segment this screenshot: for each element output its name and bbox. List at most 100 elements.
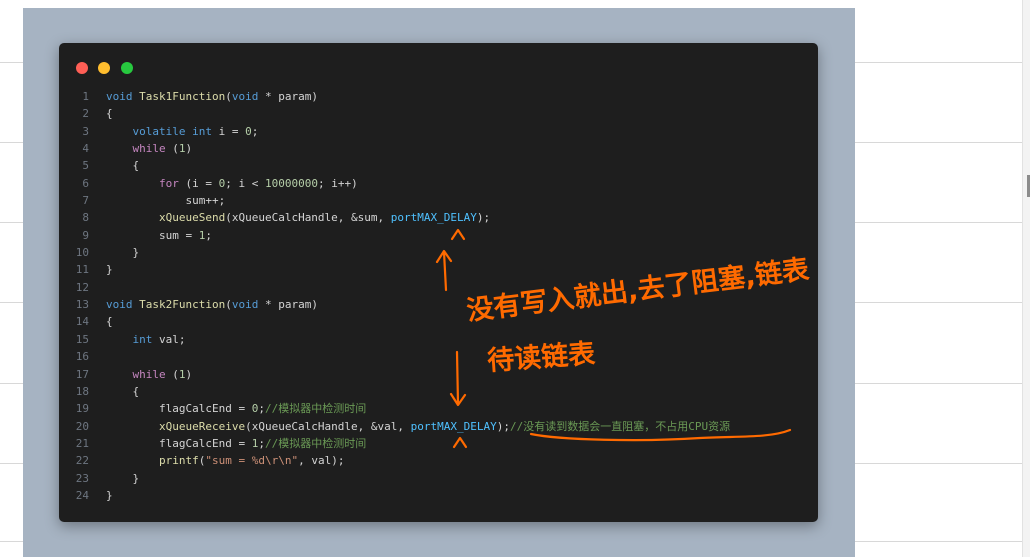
code-token: //模拟器中检测时间 [264, 436, 367, 450]
close-button[interactable] [76, 62, 88, 74]
code-token: //没有读到数据会一直阻塞，不占用CPU资源 [510, 419, 731, 433]
code-token: sum = [106, 228, 199, 242]
code-token: ; i < [225, 176, 265, 190]
line-number: 1 [82, 90, 89, 103]
code-token: (i = [178, 176, 219, 190]
line-number: 19 [75, 402, 89, 416]
code-line: 9 sum = 1; [59, 227, 818, 244]
code-token: { [106, 159, 140, 173]
code-line: 14 { [59, 313, 818, 330]
code-token: ; i++) [317, 176, 358, 190]
code-line: 11} [59, 261, 818, 278]
code-token: (xQueueCalcHandle, &val, [245, 419, 411, 433]
code-line: 15 int val; [59, 331, 818, 348]
code-line: 21 flagCalcEnd = 1;//模拟器中检测时间 [59, 435, 818, 452]
code-token: 0 [245, 124, 252, 138]
code-token: ) [185, 367, 193, 381]
code-token: while [132, 367, 166, 381]
code-token: ); [496, 419, 510, 433]
code-line: 3 volatile int i = 0; [59, 123, 818, 140]
line-number: 11 [75, 263, 89, 277]
line-number: 7 [82, 194, 89, 208]
line-number: 4 [82, 142, 89, 156]
code-window: 1 void Task1Function(void * param) 2{3 vol… [59, 43, 818, 522]
line-number: 23 [75, 471, 89, 485]
code-line: 2{ [59, 105, 818, 122]
code-line: 16 [59, 348, 818, 365]
code-token: void [231, 298, 259, 312]
code-token: val; [152, 332, 186, 346]
code-token: ); [476, 211, 491, 225]
code-token: ( [225, 298, 232, 312]
code-token: xQueueReceive [158, 419, 246, 433]
code-token: portMAX_DELAY [390, 211, 477, 225]
code-line: 4 while (1) [59, 140, 818, 157]
line-number: 5 [82, 159, 89, 173]
code-line: 13 void Task2Function(void * param) [59, 296, 818, 313]
line-number: 15 [75, 332, 89, 346]
code-token: } [106, 263, 113, 277]
code-token: (xQueueCalcHandle, &sum, [225, 211, 391, 225]
code-line: 10 } [59, 244, 818, 261]
code-token: ( [165, 142, 179, 156]
maximize-button[interactable] [121, 62, 133, 74]
minimize-button[interactable] [98, 62, 110, 74]
code-token: { [106, 384, 140, 398]
code-token: void [106, 298, 133, 312]
line-number: 21 [75, 436, 89, 450]
line-number: 2 [82, 107, 89, 121]
code-token: * param) [258, 298, 318, 312]
line-number: 8 [82, 211, 89, 225]
code-token: i = [211, 124, 246, 138]
code-token: int [132, 332, 153, 346]
code-token: flagCalcEnd = [106, 436, 252, 450]
code-token: sum++; [106, 194, 226, 208]
code-token: void [231, 90, 259, 103]
code-token: volatile [132, 124, 186, 138]
code-token: ; [258, 436, 265, 450]
code-token: } [106, 471, 140, 485]
code-token: { [106, 315, 113, 329]
scrollbar[interactable] [1022, 0, 1030, 557]
line-number: 22 [75, 454, 89, 468]
code-token: * param) [258, 90, 318, 103]
code-line: 7 sum++; [59, 192, 818, 209]
code-token: for [158, 176, 179, 190]
code-token: , val); [298, 454, 345, 468]
line-number: 6 [82, 176, 89, 190]
code-token: xQueueSend [158, 211, 226, 225]
line-number: 9 [82, 228, 89, 242]
code-token: "sum = %d\r\n" [205, 454, 299, 468]
code-line: 18 { [59, 383, 818, 400]
code-line: 23 } [59, 470, 818, 487]
code-token: 1 [178, 142, 186, 156]
line-number: 12 [75, 280, 89, 294]
code-token: flagCalcEnd = [106, 402, 252, 416]
code-token: portMAX_DELAY [410, 419, 497, 433]
line-number: 3 [82, 124, 89, 138]
code-token: int [192, 124, 212, 138]
code-token: ) [185, 142, 193, 156]
code-line: 20 xQueueReceive(xQueueCalcHandle, &val,… [59, 418, 818, 435]
line-number: 13 [75, 298, 89, 312]
code-token: Task1Function [139, 90, 226, 103]
code-token: //模拟器中检测时间 [264, 402, 367, 416]
code-line: 17 while (1) [59, 366, 818, 383]
line-number: 18 [75, 384, 89, 398]
line-number: 10 [75, 246, 89, 260]
code-block: 1 void Task1Function(void * param) 2{3 vol… [59, 88, 818, 504]
code-token: Task2Function [139, 298, 226, 312]
code-token: ; [205, 228, 212, 242]
code-token: ; [251, 124, 259, 138]
line-number: 24 [75, 488, 89, 502]
line-number: 17 [75, 367, 89, 381]
code-token: ( [165, 367, 179, 381]
